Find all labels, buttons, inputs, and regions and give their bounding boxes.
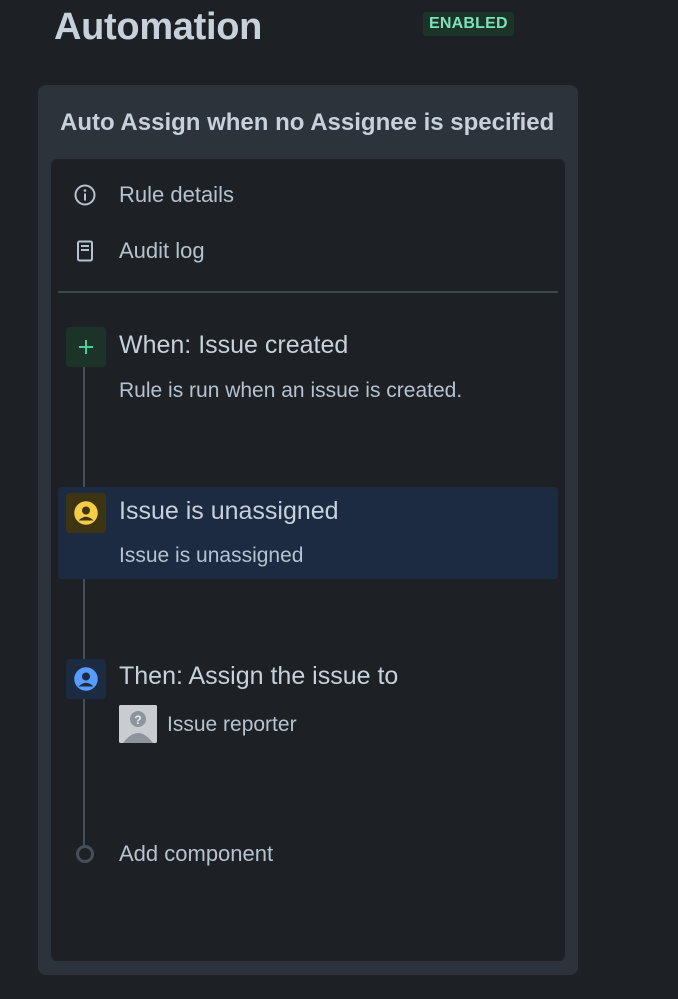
audit-log-label: Audit log xyxy=(119,238,205,263)
rule-panel: Auto Assign when no Assignee is specifie… xyxy=(38,85,578,975)
info-icon xyxy=(71,181,99,209)
action-step-icon[interactable] xyxy=(66,659,106,699)
condition-step-icon[interactable] xyxy=(66,493,106,533)
audit-log-link[interactable]: Audit log xyxy=(71,233,205,269)
flow-connector xyxy=(83,364,85,849)
svg-text:?: ? xyxy=(134,713,141,727)
user-circle-icon xyxy=(74,501,98,525)
action-step-title[interactable]: Then: Assign the issue to xyxy=(119,662,398,691)
page-title: Automation xyxy=(54,6,263,48)
rule-details-label: Rule details xyxy=(119,182,234,207)
condition-step-title[interactable]: Issue is unassigned xyxy=(119,497,339,526)
trigger-step-icon[interactable] xyxy=(66,327,106,367)
plus-icon xyxy=(79,340,93,354)
add-component-button[interactable]: Add component xyxy=(119,841,273,867)
document-icon xyxy=(71,237,99,265)
rule-builder: Rule details Audit log When: Issue creat… xyxy=(51,159,565,961)
assignee-label: Issue reporter xyxy=(167,713,297,736)
avatar: ? xyxy=(119,705,157,743)
rule-details-link[interactable]: Rule details xyxy=(71,177,234,213)
trigger-step-desc: Rule is run when an issue is created. xyxy=(119,379,463,402)
add-circle-icon[interactable] xyxy=(76,845,94,863)
rule-name: Auto Assign when no Assignee is specifie… xyxy=(60,109,555,136)
default-avatar-icon: ? xyxy=(119,705,157,743)
trigger-step-title[interactable]: When: Issue created xyxy=(119,331,348,360)
divider xyxy=(58,291,558,293)
condition-step-desc: Issue is unassigned xyxy=(119,544,304,567)
status-badge: ENABLED xyxy=(423,12,514,36)
user-circle-icon xyxy=(74,667,98,691)
